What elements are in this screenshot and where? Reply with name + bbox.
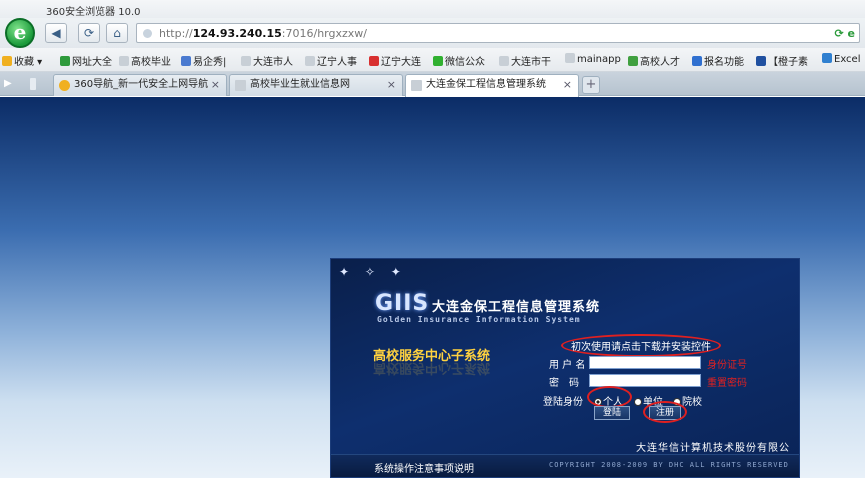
bookmarks-bar: 收藏 ▾ 网址大全 高校毕业 易企秀| 大连市人 辽宁人事 辽宁大连 微信公众 … <box>0 48 865 72</box>
back-button[interactable]: ◀ <box>45 23 67 43</box>
tab-bar: ▶ 360导航_新一代安全上网导航 × 高校毕业生就业信息网 × 大连金保工程信… <box>0 72 865 97</box>
refresh-icon: ⟳ <box>83 26 95 40</box>
panel-footer: 系统操作注意事项说明 COPYRIGHT 2008-2009 BY DHC AL… <box>331 454 799 477</box>
address-bar-icons[interactable]: ⟳ e <box>834 27 855 40</box>
username-input[interactable] <box>589 356 701 369</box>
bookmark-item[interactable]: 微信公众 <box>433 53 485 68</box>
browser-title-bar: 360安全浏览器 10.0 <box>0 0 865 18</box>
bookmark-item[interactable]: 高校人才 <box>628 53 680 68</box>
tab-favicon-icon <box>235 80 246 91</box>
page-icon <box>119 56 129 66</box>
bookmark-icon <box>628 56 638 66</box>
address-url: http://124.93.240.15:7016/hrgxzxw/ <box>159 27 367 40</box>
subsystem-title-reflection: 高校服务中心子系统 <box>373 360 491 375</box>
bookmark-item[interactable]: 大连市人 <box>241 53 293 68</box>
operation-notice-link[interactable]: 系统操作注意事项说明 <box>374 460 474 475</box>
bookmark-icon <box>369 56 379 66</box>
bookmark-item[interactable]: 辽宁大连 <box>369 53 421 68</box>
system-english-title: Golden Insurance Information System <box>377 315 581 324</box>
bookmark-item[interactable]: 易企秀| <box>181 53 226 68</box>
download-control-link[interactable]: 初次使用请点击下载并安装控件 <box>561 334 721 357</box>
page-icon <box>499 56 509 66</box>
close-icon[interactable]: × <box>211 75 220 95</box>
bookmark-item[interactable]: 【橙子素 <box>756 53 808 68</box>
star-icon <box>2 56 12 66</box>
tab-jinbao-system[interactable]: 大连金保工程信息管理系统 × <box>405 74 579 97</box>
bookmark-item[interactable]: 高校毕业 <box>119 53 171 68</box>
tab-list-icon[interactable] <box>30 78 36 90</box>
tab-favicon-icon <box>59 80 70 91</box>
tab-graduate-info[interactable]: 高校毕业生就业信息网 × <box>229 74 403 96</box>
bookmark-item[interactable]: 大连市干 <box>499 53 551 68</box>
new-tab-button[interactable]: + <box>582 76 600 94</box>
wechat-icon <box>433 56 443 66</box>
tab-label: 高校毕业生就业信息网 <box>250 79 350 90</box>
page-icon <box>305 56 315 66</box>
browser-title: 360安全浏览器 10.0 <box>46 7 141 18</box>
home-icon: ⌂ <box>113 26 121 40</box>
browser-logo-icon: e <box>5 18 35 48</box>
address-bar[interactable]: http://124.93.240.15:7016/hrgxzxw/ ⟳ e <box>136 23 860 43</box>
annotation-circle <box>587 386 632 408</box>
reset-password-link[interactable]: 重置密码 <box>707 374 747 389</box>
username-hint: 身份证号 <box>707 360 747 371</box>
sidebar-toggle-icon[interactable]: ▶ <box>4 78 12 89</box>
bookmark-icon <box>692 56 702 66</box>
identity-label: 登陆身份 <box>543 397 583 408</box>
system-title: 大连金保工程信息管理系统 <box>432 300 601 315</box>
password-input[interactable] <box>589 374 701 387</box>
bookmark-icon <box>181 56 191 66</box>
bookmark-item[interactable]: 网址大全 <box>60 53 112 68</box>
bookmark-item[interactable]: 辽宁人事 <box>305 53 357 68</box>
bookmark-item[interactable]: Excel <box>822 53 861 65</box>
close-icon[interactable]: × <box>563 75 572 95</box>
login-button[interactable]: 登陆 <box>594 406 630 420</box>
tab-favicon-icon <box>411 80 422 91</box>
home-button[interactable]: ⌂ <box>106 23 128 43</box>
stars-decoration: ✦ ✧ ✦ <box>339 265 407 279</box>
tab-label: 大连金保工程信息管理系统 <box>426 79 546 90</box>
tab-360-nav[interactable]: 360导航_新一代安全上网导航 × <box>53 74 227 96</box>
annotation-circle <box>643 401 687 423</box>
page-info-icon <box>143 29 152 38</box>
page-icon <box>565 53 575 63</box>
excel-icon <box>822 53 832 63</box>
refresh-button[interactable]: ⟳ <box>78 23 100 43</box>
username-label: 用 户 名 <box>549 360 586 371</box>
copyright-text: COPYRIGHT 2008-2009 BY DHC ALL RIGHTS RE… <box>549 461 789 469</box>
page-content: ✦ ✧ ✦ GIIS 大连金保工程信息管理系统 Golden Insurance… <box>0 97 865 478</box>
bookmark-item[interactable]: mainapp <box>565 53 621 65</box>
arrow-left-icon: ◀ <box>51 26 61 40</box>
bookmark-item[interactable]: 收藏 ▾ <box>2 53 42 68</box>
page-icon <box>241 56 251 66</box>
browser-nav-bar: e ◀ ⟳ ⌂ http://124.93.240.15:7016/hrgxzx… <box>0 18 865 48</box>
tab-label: 360导航_新一代安全上网导航 <box>74 79 209 90</box>
password-label: 密 码 <box>549 378 579 389</box>
close-icon[interactable]: × <box>387 75 396 95</box>
giis-logo: GIIS <box>375 291 430 316</box>
login-panel: ✦ ✧ ✦ GIIS 大连金保工程信息管理系统 Golden Insurance… <box>330 258 800 478</box>
bookmark-item[interactable]: 报名功能 <box>692 53 744 68</box>
bookmark-icon <box>60 56 70 66</box>
bookmark-icon <box>756 56 766 66</box>
radio-unchecked-icon <box>634 398 642 406</box>
